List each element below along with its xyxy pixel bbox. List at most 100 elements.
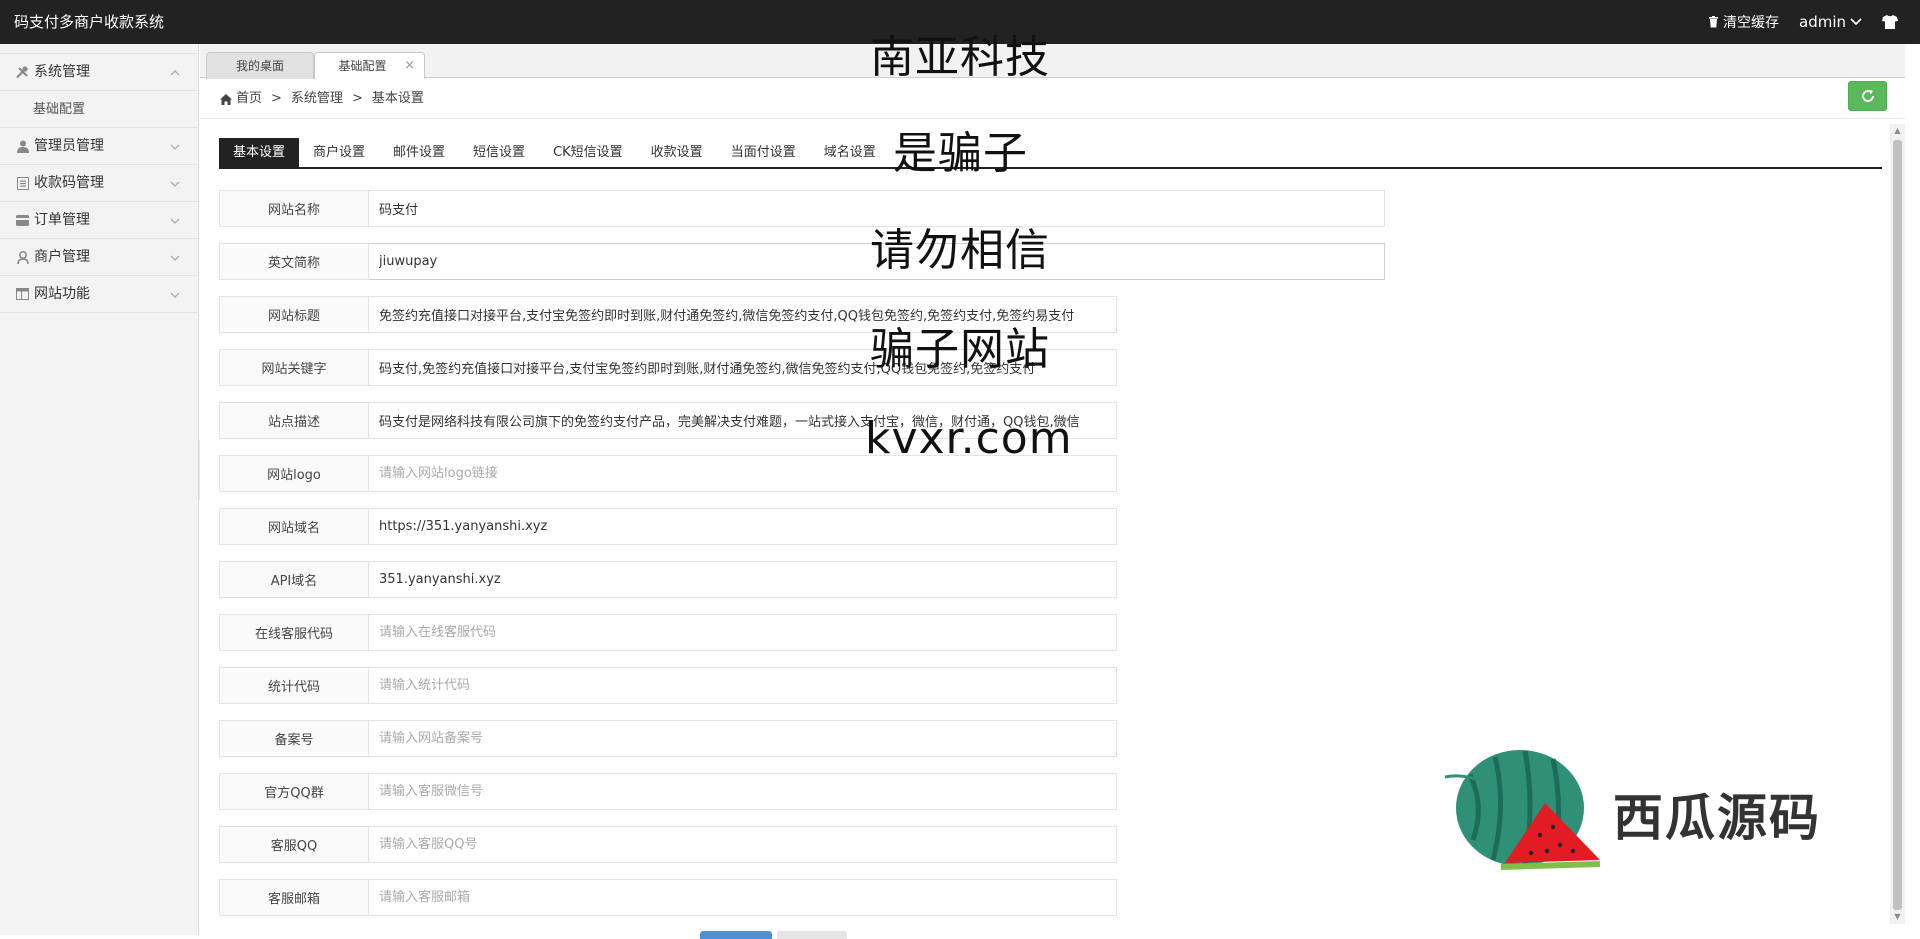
home-icon [220,93,232,105]
sidebar-item-orders[interactable]: 订单管理 [0,202,198,239]
trash-icon [1709,16,1718,28]
tab-sms-settings[interactable]: 短信设置 [459,138,539,167]
theme-button[interactable] [1882,15,1898,29]
site-name-input[interactable] [369,190,1385,227]
field-label: 统计代码 [219,667,369,704]
list-icon [16,176,29,190]
field-label: API域名 [219,561,369,598]
refresh-button[interactable] [1848,81,1887,111]
stats-code-input[interactable] [369,667,1117,704]
form-row-site-name: 网站名称 [219,190,1385,227]
sidebar: 系统管理 基础配置 管理员管理 收款码管理 订单管理 商户管理 网站功能 [0,44,199,935]
form-row-qq-group: 官方QQ群 [219,773,1117,810]
field-label: 客服邮箱 [219,879,369,916]
field-label: 网站名称 [219,190,369,227]
brand-logo: 西瓜源码 [1445,745,1865,875]
field-label: 网站关键字 [219,349,369,386]
breadcrumb-bar: 首页 > 系统管理 > 基本设置 [200,79,1905,119]
sidebar-item-label: 系统管理 [34,63,90,80]
field-label: 英文简称 [219,243,369,280]
tab-domain-settings[interactable]: 域名设置 [810,138,890,167]
clear-cache-label: 清空缓存 [1723,15,1779,31]
chevron-down-icon [170,276,180,313]
reset-button[interactable] [777,931,847,939]
sidebar-spacer [0,44,198,54]
tab-basic-settings[interactable]: 基本设置 [219,138,300,167]
breadcrumb-current: 基本设置 [371,91,424,106]
tab-label: 基础配置 [338,59,387,73]
qq-group-input[interactable] [369,773,1117,810]
top-right-actions: 清空缓存 admin [1708,10,1898,34]
service-email-input[interactable] [369,879,1117,916]
page-tab-bar: 我的桌面 基础配置 × [200,44,1905,80]
sidebar-item-label: 网站功能 [34,285,90,302]
service-qq-input[interactable] [369,826,1117,863]
chevron-down-icon [170,239,180,276]
scroll-down-icon[interactable]: ▼ [1893,912,1902,922]
form-row-stats-code: 统计代码 [219,667,1117,704]
api-domain-input[interactable] [369,561,1117,598]
user-name: admin [1799,13,1846,31]
breadcrumb-home[interactable]: 首页 [236,89,262,109]
tab-mail-settings[interactable]: 邮件设置 [379,138,459,167]
watermelon-icon [1445,750,1601,870]
field-label: 站点描述 [219,402,369,439]
sidebar-subitem-basic-config[interactable]: 基础配置 [0,91,198,128]
breadcrumb-system[interactable]: 系统管理 [291,89,343,109]
tab-ck-sms-settings[interactable]: CK短信设置 [539,138,637,167]
submit-button[interactable] [700,931,772,939]
field-label: 客服QQ [219,826,369,863]
form-row-domain: 网站域名 [219,508,1117,545]
tools-icon [16,65,29,79]
tab-merchant-settings[interactable]: 商户设置 [299,138,379,167]
card-icon [16,214,29,227]
settings-tabs: 基本设置 商户设置 邮件设置 短信设置 CK短信设置 收款设置 当面付设置 域名… [219,138,1882,169]
tab-payment-settings[interactable]: 收款设置 [637,138,717,167]
tab-facepay-settings[interactable]: 当面付设置 [717,138,810,167]
sidebar-item-admin[interactable]: 管理员管理 [0,128,198,165]
sidebar-item-qrcode[interactable]: 收款码管理 [0,165,198,202]
clear-cache-button[interactable]: 清空缓存 [1708,12,1779,32]
chevron-down-icon [1850,18,1862,26]
scrollbar[interactable]: ▲ ▼ [1890,124,1905,924]
breadcrumb: 首页 > 系统管理 > 基本设置 [220,89,424,109]
breadcrumb-separator: > [351,91,363,106]
close-icon[interactable]: × [404,53,415,79]
sidebar-item-label: 管理员管理 [34,137,104,154]
tab-label: 我的桌面 [235,59,284,73]
form-row-service-qq: 客服QQ [219,826,1117,863]
sidebar-item-label: 商户管理 [34,248,90,265]
watermark-line: kvxr.com [865,413,1073,464]
watermark-line: 是骗子 [893,128,1028,179]
brand-text: 西瓜源码 [1613,789,1821,847]
sidebar-item-system[interactable]: 系统管理 [0,54,198,91]
app-title: 码支付多商户收款系统 [14,13,165,31]
icp-input[interactable] [369,720,1117,757]
sidebar-item-merchants[interactable]: 商户管理 [0,239,198,276]
sidebar-item-label: 订单管理 [34,211,90,228]
tab-desktop[interactable]: 我的桌面 [206,52,314,79]
user-menu[interactable]: admin [1799,13,1862,31]
chevron-down-icon [170,202,180,239]
form-row-api-domain: API域名 [219,561,1117,598]
field-label: 官方QQ群 [219,773,369,810]
breadcrumb-separator: > [271,91,282,106]
chevron-down-icon [170,128,180,165]
chevron-down-icon [170,165,180,202]
sidebar-item-site-features[interactable]: 网站功能 [0,276,198,313]
sidebar-item-label: 收款码管理 [34,174,104,191]
refresh-icon [1861,89,1874,102]
tshirt-icon [1882,15,1898,29]
field-label: 网站logo [219,455,369,492]
field-label: 在线客服代码 [219,614,369,651]
service-code-input[interactable] [369,614,1117,651]
domain-input[interactable] [369,508,1117,545]
scroll-up-icon[interactable]: ▲ [1893,126,1902,136]
tab-basic-config[interactable]: 基础配置 × [314,52,425,80]
scroll-thumb[interactable] [1893,140,1902,910]
merchant-icon [16,250,29,264]
field-label: 网站域名 [219,508,369,545]
watermark-line: 请勿相信 [870,225,1050,276]
form-row-icp: 备案号 [219,720,1117,757]
user-icon [16,140,29,153]
